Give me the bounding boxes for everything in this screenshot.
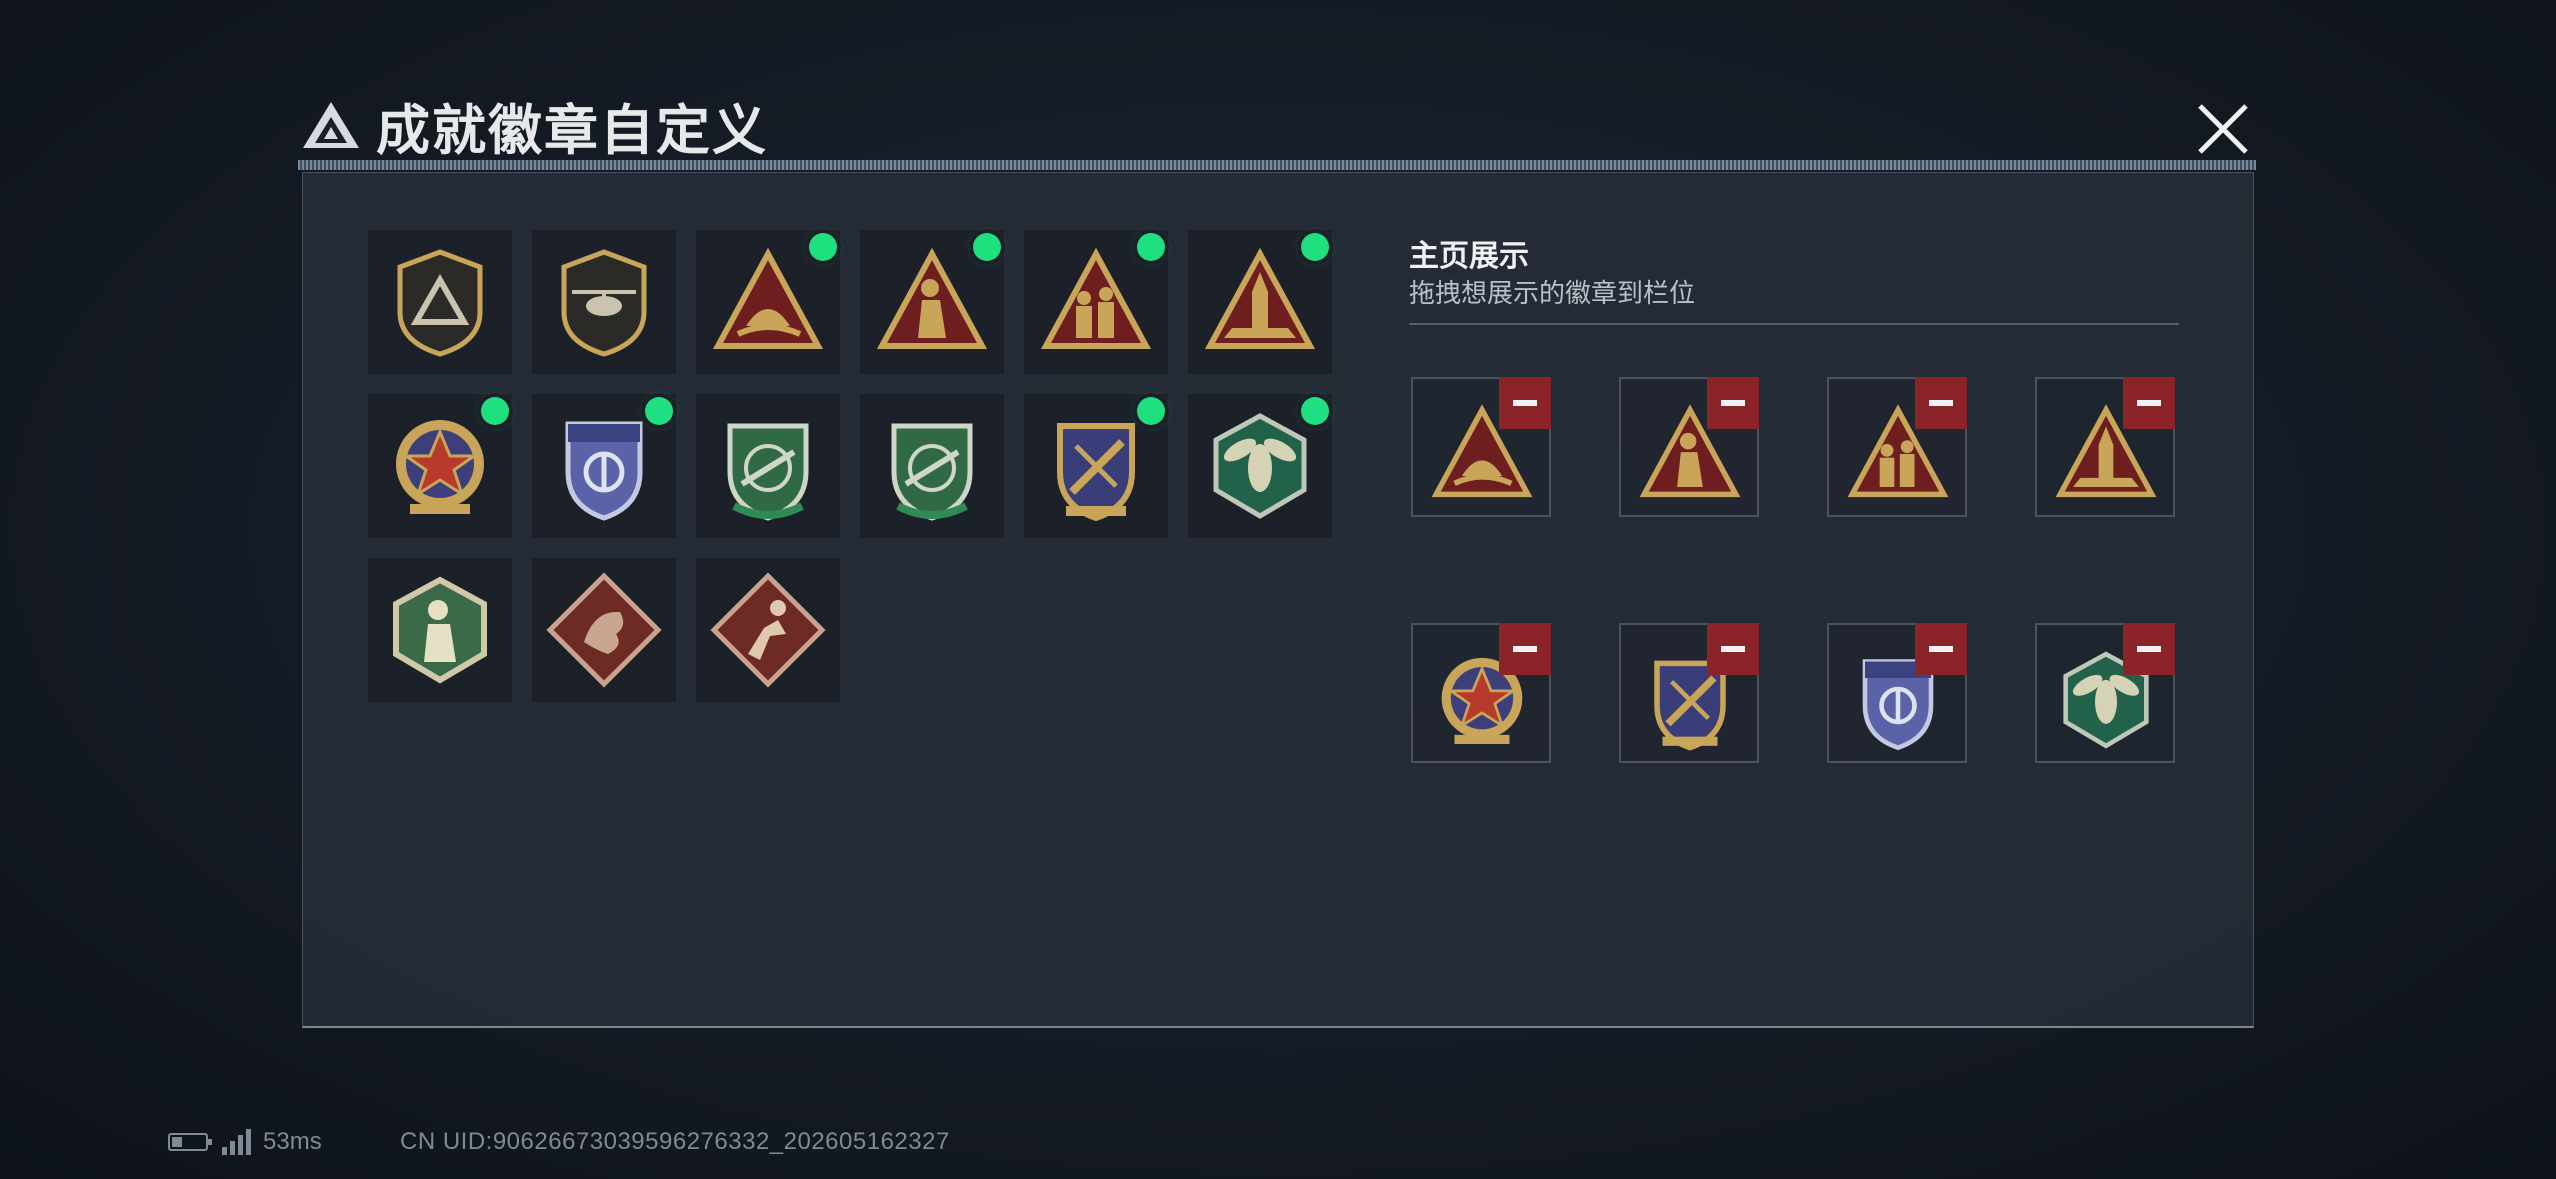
badge-item[interactable]	[531, 557, 677, 703]
badge-item[interactable]	[367, 557, 513, 703]
runner-diamond-badge-icon	[710, 572, 826, 688]
new-indicator-dot	[809, 233, 837, 261]
badge-item[interactable]	[1023, 229, 1169, 375]
new-indicator-dot	[1301, 397, 1329, 425]
squad-triangle-badge-icon	[1040, 247, 1152, 349]
badge-item[interactable]	[531, 393, 677, 539]
ping-text: 53ms	[263, 1128, 322, 1155]
remove-button[interactable]	[1499, 377, 1551, 429]
showcase-slot[interactable]	[1827, 623, 1967, 763]
showcase-slot[interactable]	[1619, 377, 1759, 517]
uid-text: CN UID:9062667303959627633​2_20260516232…	[400, 1128, 950, 1155]
new-indicator-dot	[481, 397, 509, 425]
showcase-title: 主页展示	[1409, 240, 1529, 273]
new-indicator-dot	[645, 397, 673, 425]
shield-triangle-badge-icon	[397, 249, 483, 357]
badge-item[interactable]	[859, 229, 1005, 375]
hornet-hex-badge-icon	[1213, 413, 1307, 519]
showcase-slot[interactable]	[1619, 623, 1759, 763]
new-indicator-dot	[1137, 233, 1165, 261]
badge-item[interactable]	[1187, 393, 1333, 539]
badge-item[interactable]	[531, 229, 677, 375]
header-divider	[298, 160, 2256, 170]
showcase-subtitle: 拖拽想展示的徽章到栏位	[1409, 278, 1696, 308]
remove-button[interactable]	[2123, 377, 2175, 429]
green-hex-figure-badge-icon	[393, 576, 487, 684]
close-icon[interactable]	[2188, 94, 2258, 164]
remove-button[interactable]	[1499, 623, 1551, 675]
badge-item[interactable]	[695, 557, 841, 703]
badge-item[interactable]	[1023, 393, 1169, 539]
showcase-slot[interactable]	[1411, 377, 1551, 517]
helicopter-badge-icon	[561, 249, 647, 357]
new-indicator-dot	[973, 233, 1001, 261]
battery-icon	[168, 1133, 212, 1151]
soldier-kneel-badge-icon	[876, 247, 988, 349]
green-rifle-badge-2-icon	[891, 423, 973, 521]
new-indicator-dot	[1137, 397, 1165, 425]
signal-icon	[222, 1129, 251, 1155]
showcase-slot[interactable]	[2035, 377, 2175, 517]
dragon-diamond-badge-icon	[546, 572, 662, 688]
badge-item[interactable]	[1187, 229, 1333, 375]
badge-item[interactable]	[695, 229, 841, 375]
rocket-triangle-badge-icon	[1204, 247, 1316, 349]
page-title: 成就徽章自定义	[376, 100, 768, 161]
showcase-slot[interactable]	[1411, 623, 1551, 763]
showcase-divider	[1409, 323, 2179, 325]
badge-panel: 主页展示 拖拽想展示的徽章到栏位	[302, 172, 2254, 1028]
green-rifle-badge-icon	[727, 423, 809, 521]
helmet-triangle-badge-icon	[712, 247, 824, 349]
badge-item[interactable]	[367, 229, 513, 375]
badge-item[interactable]	[695, 393, 841, 539]
remove-button[interactable]	[2123, 623, 2175, 675]
status-bar: 53ms	[168, 1128, 322, 1156]
remove-button[interactable]	[1915, 377, 1967, 429]
header: 成就徽章自定义	[300, 92, 768, 161]
new-indicator-dot	[1301, 233, 1329, 261]
blue-shield-badge-icon	[565, 421, 643, 521]
triangle-logo-icon	[303, 102, 359, 148]
gold-sword-shield-badge-icon	[1057, 423, 1135, 522]
remove-button[interactable]	[1915, 623, 1967, 675]
badge-item[interactable]	[859, 393, 1005, 539]
badge-item[interactable]	[367, 393, 513, 539]
remove-button[interactable]	[1707, 623, 1759, 675]
remove-button[interactable]	[1707, 377, 1759, 429]
star-round-badge-icon	[396, 420, 484, 514]
showcase-slot[interactable]	[1827, 377, 1967, 517]
showcase-slot[interactable]	[2035, 623, 2175, 763]
